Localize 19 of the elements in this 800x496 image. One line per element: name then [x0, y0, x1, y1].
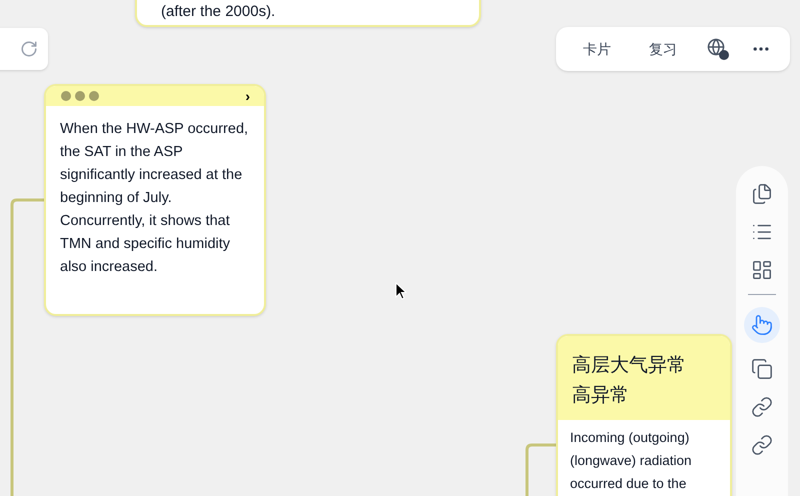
stack-icon[interactable]: [750, 182, 774, 206]
web-help-icon[interactable]: [707, 38, 729, 60]
dots-icon[interactable]: [60, 90, 100, 102]
pointer-icon[interactable]: [744, 307, 780, 343]
chevron-icon[interactable]: ›: [245, 89, 250, 103]
refresh-button[interactable]: [0, 28, 48, 70]
link-icon[interactable]: [750, 433, 774, 457]
card-text: (after the 2000s).: [161, 2, 276, 22]
toolbar-tab[interactable]: 复习: [641, 38, 685, 60]
connector-line: [526, 444, 556, 496]
link-icon[interactable]: [750, 395, 774, 419]
copy-icon[interactable]: [750, 357, 774, 381]
cursor-icon: [395, 282, 407, 300]
layout-icon[interactable]: [750, 258, 774, 282]
card-title: 高层大气异常高异常: [572, 353, 687, 408]
card-text: When the HW-ASP occurred, the SAT in the ASP significantly increased at the beginning of July. Concurrently, it shows that TMN and specific humidity also increased.: [59, 120, 250, 277]
card-text: Incoming (outgoing) (longwave) radiation occurred due to the: [569, 429, 693, 493]
toolbar-tab[interactable]: 卡片: [575, 38, 619, 60]
refresh-icon[interactable]: [20, 40, 38, 58]
